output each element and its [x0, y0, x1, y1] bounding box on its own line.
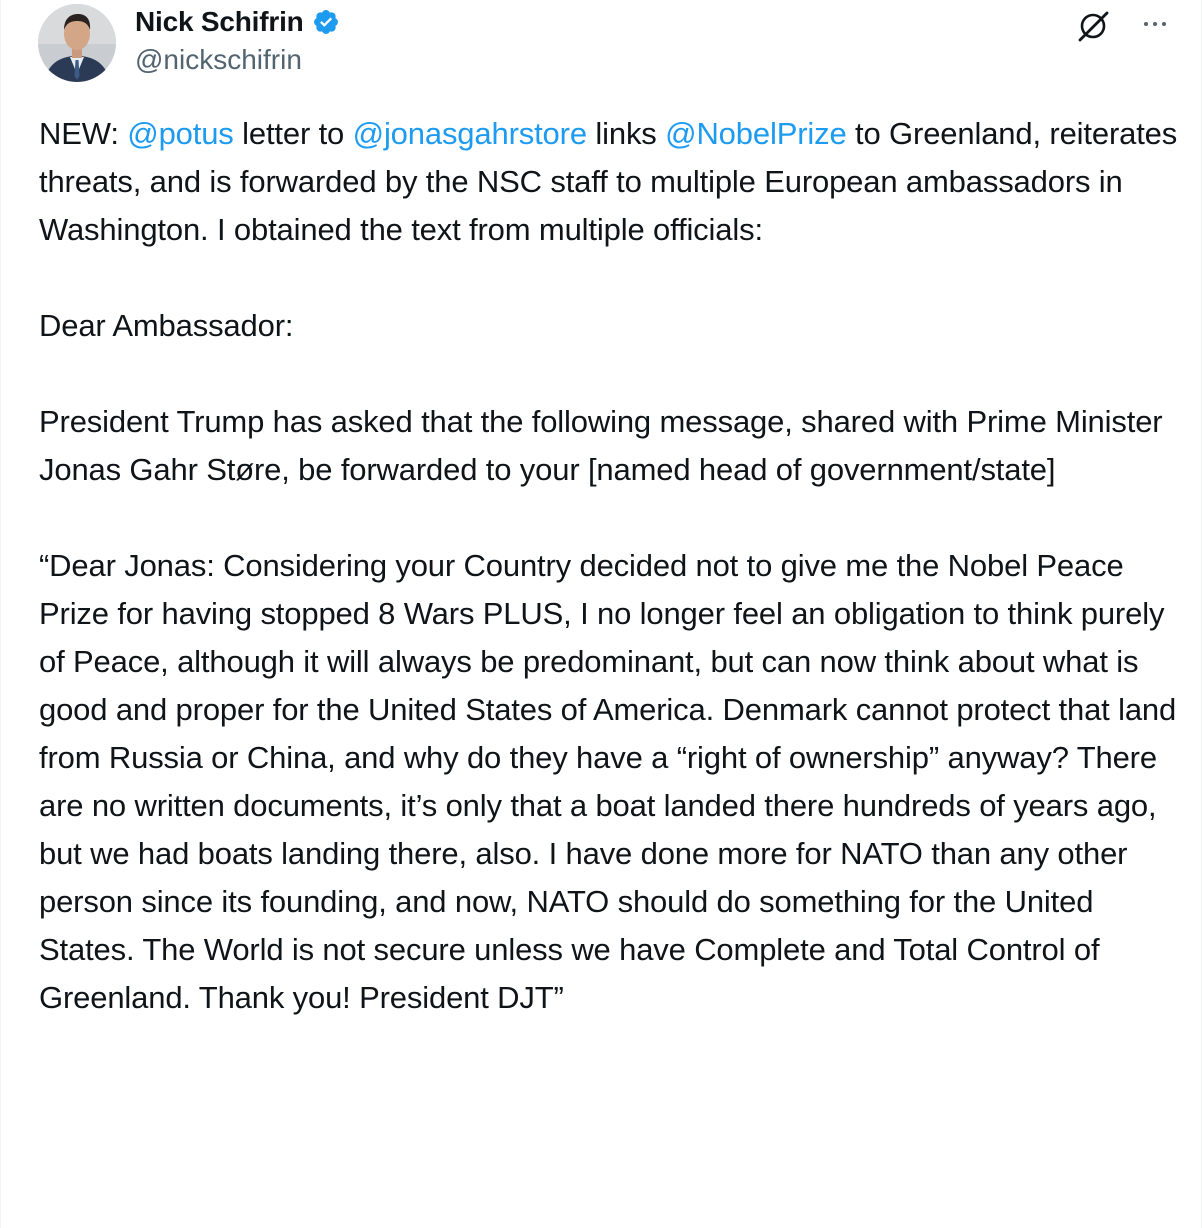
- more-dot: [1153, 22, 1157, 26]
- author-display-name[interactable]: Nick Schifrin: [135, 6, 304, 38]
- tweet-text: NEW: @potus letter to @jonasgahrstore li…: [39, 110, 1179, 1022]
- intro-prefix: NEW:: [39, 116, 128, 151]
- author-handle[interactable]: @nickschifrin: [135, 44, 302, 76]
- mention-jonasgahrstore-link[interactable]: @jonasgahrstore: [353, 116, 587, 151]
- mention-potus-link[interactable]: @potus: [127, 116, 234, 151]
- intro-text-1: letter to: [233, 116, 353, 151]
- avatar-photo: [38, 4, 116, 82]
- tweet: Nick Schifrin @nickschifrin NEW: @potus …: [0, 0, 1202, 1228]
- author-name-row: Nick Schifrin: [135, 4, 340, 40]
- tweet-paragraph: President Trump has asked that the follo…: [39, 404, 1163, 487]
- tweet-letter-quote: “Dear Jonas: Considering your Country de…: [39, 548, 1177, 1015]
- avatar[interactable]: [38, 4, 116, 82]
- verified-badge-icon: [312, 8, 340, 36]
- grok-icon[interactable]: [1073, 6, 1113, 46]
- more-dot: [1144, 22, 1148, 26]
- tweet-intro: NEW: @potus letter to @jonasgahrstore li…: [39, 110, 1179, 254]
- more-dots-icon[interactable]: [1135, 8, 1175, 40]
- mention-nobelprize-link[interactable]: @NobelPrize: [665, 116, 847, 151]
- more-dot: [1162, 22, 1166, 26]
- tweet-salutation: Dear Ambassador:: [39, 308, 294, 343]
- intro-text-2: links: [586, 116, 666, 151]
